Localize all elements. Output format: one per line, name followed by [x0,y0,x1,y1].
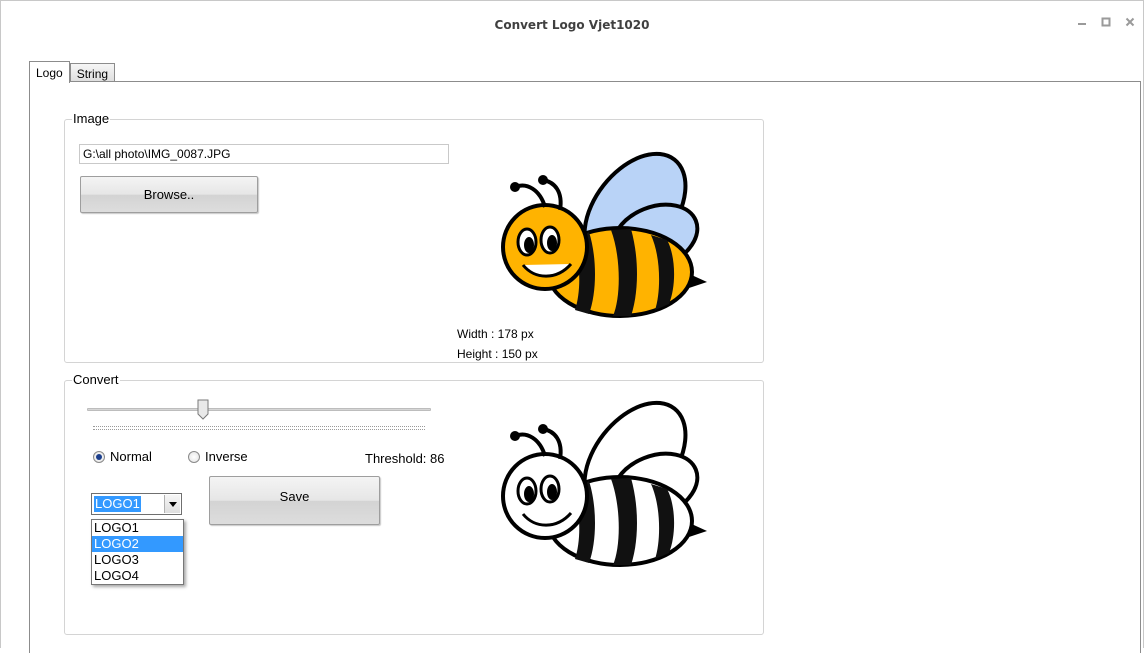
dropdown-option-logo3[interactable]: LOGO3 [92,552,183,568]
app-window: Convert Logo Vjet1020 Logo String Image … [0,0,1144,653]
radio-normal[interactable]: Normal [93,449,152,464]
radio-inverse-indicator [188,450,200,463]
logo-select-value: LOGO1 [94,496,141,512]
logo-select[interactable]: LOGO1 [91,493,182,515]
dropdown-option-logo1[interactable]: LOGO1 [92,520,183,536]
image-path-field[interactable]: G:\all photo\IMG_0087.JPG [79,144,449,164]
maximize-icon[interactable] [1099,15,1113,29]
window-controls [1075,15,1137,29]
browse-button[interactable]: Browse.. [80,176,258,213]
converted-bee-image [501,400,707,567]
save-button[interactable]: Save [209,476,380,525]
radio-selected-dot [96,453,102,460]
window-title: Convert Logo Vjet1020 [494,18,650,32]
dropdown-option-logo2[interactable]: LOGO2 [92,536,183,552]
tab-logo[interactable]: Logo [29,61,70,83]
convert-group-label: Convert [72,372,120,387]
minimize-icon[interactable] [1075,15,1089,29]
radio-normal-label: Normal [110,449,152,464]
threshold-slider-ticks [93,426,425,430]
image-width-label: Width : 178 px [457,327,534,341]
chevron-down-icon[interactable] [164,495,180,513]
radio-inverse-label: Inverse [205,449,248,464]
dropdown-option-logo4[interactable]: LOGO4 [92,568,183,584]
threshold-slider-track[interactable] [87,408,431,411]
image-groupbox: Image G:\all photo\IMG_0087.JPG Browse.. [64,111,764,363]
image-group-label: Image [72,111,111,126]
logo-tab-panel: Image G:\all photo\IMG_0087.JPG Browse.. [29,81,1141,653]
tab-strip: Logo String [29,61,116,83]
threshold-slider-thumb[interactable] [197,399,209,420]
radio-inverse[interactable]: Inverse [188,449,248,464]
tab-string[interactable]: String [69,63,116,83]
logo-dropdown-list: LOGO1 LOGO2 LOGO3 LOGO4 [91,519,184,585]
color-bee-image [501,151,707,318]
radio-normal-indicator [93,450,105,463]
close-icon[interactable] [1123,15,1137,29]
convert-groupbox: Convert Normal Inverse Threshold: 86 LOG… [64,372,764,635]
threshold-label: Threshold: 86 [365,451,445,466]
title-bar: Convert Logo Vjet1020 [1,1,1143,51]
image-height-label: Height : 150 px [457,347,538,361]
